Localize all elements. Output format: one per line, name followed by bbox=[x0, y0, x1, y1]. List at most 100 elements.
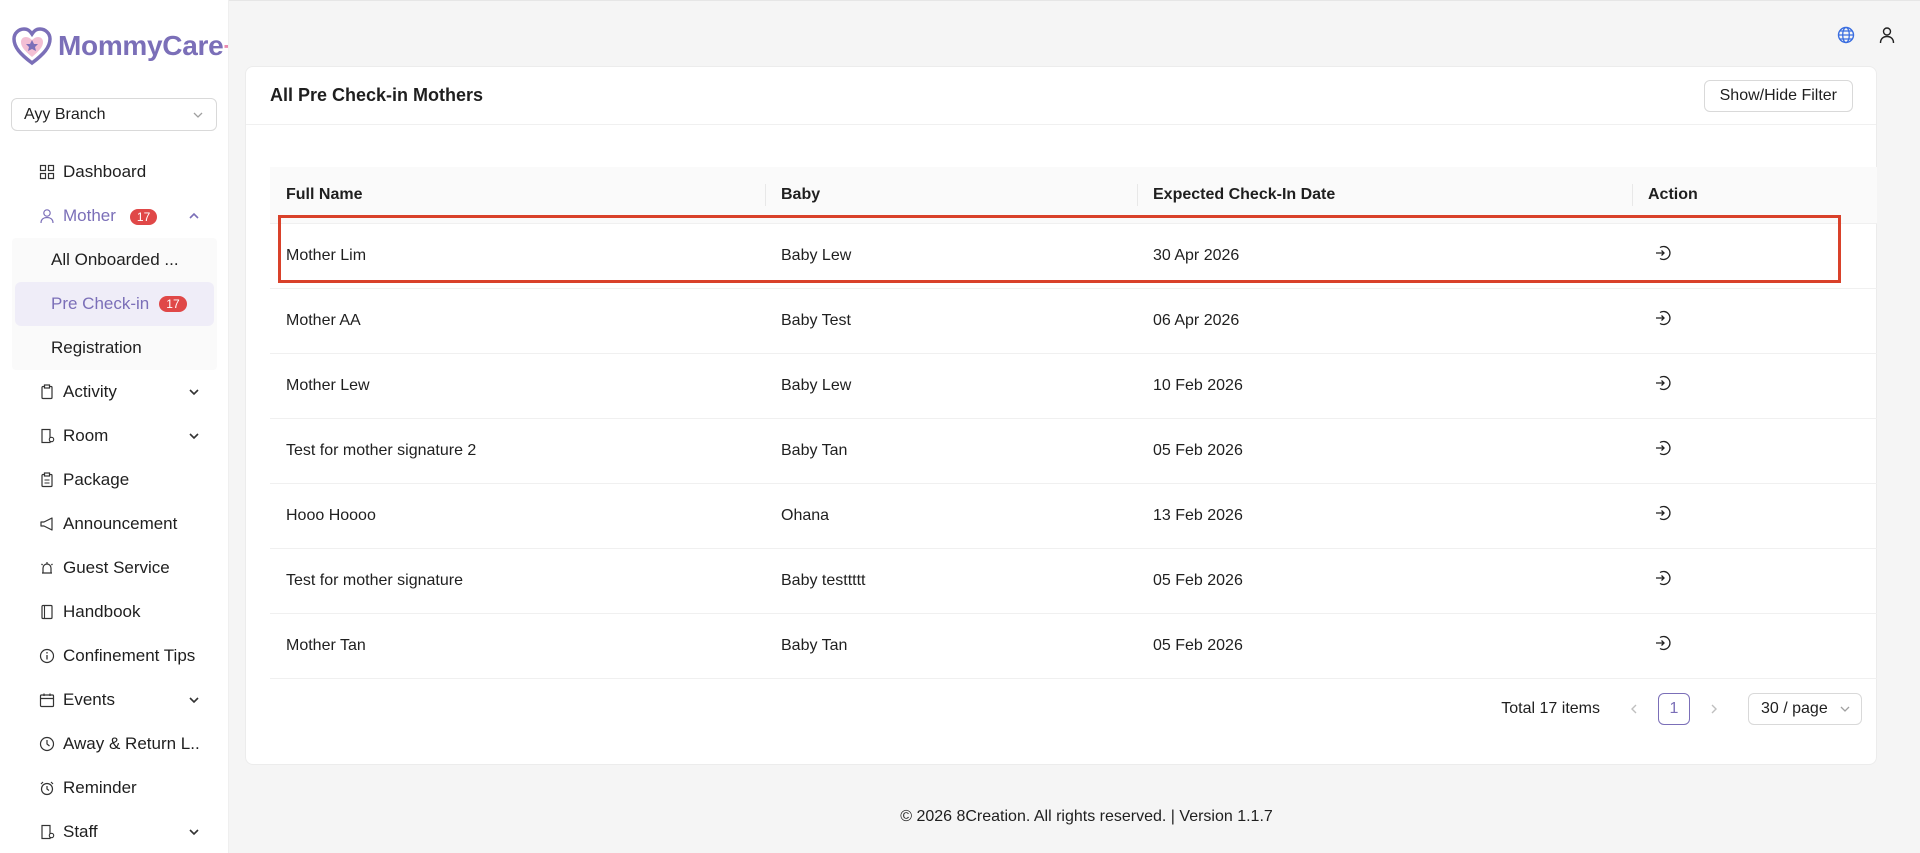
sidebar-item-room[interactable]: Room bbox=[0, 414, 228, 458]
footer-text: © 2026 8Creation. All rights reserved. |… bbox=[900, 808, 1273, 825]
chevron-down-icon bbox=[187, 429, 201, 443]
cell-baby: Baby Tan bbox=[765, 613, 1137, 679]
globe-icon[interactable] bbox=[1836, 25, 1856, 45]
table-row[interactable]: Test for mother signature Baby testtttt … bbox=[270, 548, 1877, 614]
table-header-row: Full Name Baby Expected Check-In Date Ac… bbox=[270, 167, 1877, 224]
chevron-down-icon bbox=[187, 825, 201, 839]
mother-submenu: All Onboarded ... Pre Check-in 17 Regist… bbox=[12, 238, 217, 370]
table-row[interactable]: Mother Lim Baby Lew 30 Apr 2026 bbox=[270, 223, 1877, 289]
column-header-expected-date[interactable]: Expected Check-In Date bbox=[1137, 167, 1632, 224]
sidebar-item-label: Mother 17 bbox=[63, 206, 187, 226]
table-row[interactable]: Test for mother signature 2 Baby Tan 05 … bbox=[270, 418, 1877, 484]
cell-expected-date: 30 Apr 2026 bbox=[1137, 223, 1632, 289]
megaphone-icon bbox=[39, 516, 55, 532]
table-row[interactable]: Hooo Hoooo Ohana 13 Feb 2026 bbox=[270, 483, 1877, 549]
sidebar-item-label: Room bbox=[63, 426, 109, 445]
card-header: All Pre Check-in Mothers Show/Hide Filte… bbox=[246, 67, 1876, 125]
sidebar-item-confinement-tips[interactable]: Confinement Tips bbox=[0, 634, 228, 678]
main-content: All Pre Check-in Mothers Show/Hide Filte… bbox=[229, 0, 1920, 853]
cell-action bbox=[1632, 548, 1877, 614]
prev-page-icon[interactable] bbox=[1618, 693, 1650, 725]
page-size-select[interactable]: 30 / page bbox=[1748, 693, 1862, 725]
sidebar-item-package[interactable]: Package bbox=[0, 458, 228, 502]
logo[interactable]: MommyCare+ bbox=[10, 24, 228, 68]
table-row[interactable]: Mother Lew Baby Lew 10 Feb 2026 bbox=[270, 353, 1877, 419]
check-in-icon[interactable] bbox=[1654, 569, 1672, 587]
dashboard-icon bbox=[39, 164, 55, 180]
package-icon bbox=[39, 472, 55, 488]
sidebar-item-dashboard[interactable]: Dashboard bbox=[0, 150, 228, 194]
cell-full-name: Mother Lew bbox=[270, 353, 765, 419]
page-number-button[interactable]: 1 bbox=[1658, 693, 1690, 725]
sidebar-item-handbook[interactable]: Handbook bbox=[0, 590, 228, 634]
next-page-icon[interactable] bbox=[1698, 693, 1730, 725]
sidebar-item-label: Events bbox=[63, 690, 115, 709]
sidebar-item-label: Reminder bbox=[63, 778, 137, 797]
cell-full-name: Hooo Hoooo bbox=[270, 483, 765, 549]
sidebar-item-label: Package bbox=[63, 470, 130, 489]
sidebar-item-reminder[interactable]: Reminder bbox=[0, 766, 228, 810]
room-icon bbox=[39, 428, 55, 444]
check-in-icon[interactable] bbox=[1654, 504, 1672, 522]
branch-select[interactable]: Ayy Branch bbox=[11, 98, 217, 131]
sidebar-item-label: Staff bbox=[63, 822, 98, 841]
sidebar-item-mother[interactable]: Mother 17 bbox=[0, 194, 228, 238]
user-icon[interactable] bbox=[1877, 25, 1897, 45]
mother-count-badge: 17 bbox=[129, 208, 158, 225]
table-row[interactable]: Mother AA Baby Test 06 Apr 2026 bbox=[270, 288, 1877, 354]
user-icon bbox=[39, 208, 55, 224]
chevron-down-icon bbox=[1839, 703, 1851, 715]
check-in-icon[interactable] bbox=[1654, 309, 1672, 327]
sidebar-item-pre-check-in[interactable]: Pre Check-in 17 bbox=[15, 282, 214, 326]
sidebar-item-guest-service[interactable]: Guest Service bbox=[0, 546, 228, 590]
cell-baby: Baby Test bbox=[765, 288, 1137, 354]
heart-logo-icon bbox=[12, 27, 52, 66]
table-row[interactable]: Mother Tan Baby Tan 05 Feb 2026 bbox=[270, 613, 1877, 679]
mothers-table: Full Name Baby Expected Check-In Date Ac… bbox=[270, 167, 1877, 679]
cell-full-name: Test for mother signature 2 bbox=[270, 418, 765, 484]
sidebar-menu: Dashboard Mother 17 All Onboarded ... Pre… bbox=[0, 150, 228, 853]
check-in-icon[interactable] bbox=[1654, 634, 1672, 652]
chevron-down-icon bbox=[187, 693, 201, 707]
staff-icon bbox=[39, 824, 55, 840]
check-in-icon[interactable] bbox=[1654, 439, 1672, 457]
check-in-icon[interactable] bbox=[1654, 374, 1672, 392]
sidebar-item-all-onboarded[interactable]: All Onboarded ... bbox=[0, 238, 217, 282]
cell-action bbox=[1632, 353, 1877, 419]
sidebar-item-label: Dashboard bbox=[63, 162, 147, 181]
app-root: MommyCare+ Ayy Branch Dashboard Mother17 bbox=[0, 0, 1920, 853]
chevron-up-icon bbox=[187, 209, 201, 223]
sidebar: MommyCare+ Ayy Branch Dashboard Mother17 bbox=[0, 0, 229, 853]
book-icon bbox=[39, 604, 55, 620]
bell-icon bbox=[39, 560, 55, 576]
sidebar-item-label: Away & Return L... bbox=[63, 734, 201, 753]
pre-check-in-card: All Pre Check-in Mothers Show/Hide Filte… bbox=[245, 66, 1877, 765]
pre-check-in-count-badge: 17 bbox=[159, 296, 187, 312]
sidebar-item-staff[interactable]: Staff bbox=[0, 810, 228, 853]
check-in-icon[interactable] bbox=[1654, 244, 1672, 262]
cell-expected-date: 05 Feb 2026 bbox=[1137, 548, 1632, 614]
cell-expected-date: 10 Feb 2026 bbox=[1137, 353, 1632, 419]
calendar-icon bbox=[39, 692, 55, 708]
sidebar-item-announcement[interactable]: Announcement bbox=[0, 502, 228, 546]
show-hide-filter-button[interactable]: Show/Hide Filter bbox=[1703, 79, 1853, 112]
cell-baby: Baby Lew bbox=[765, 223, 1137, 289]
cell-action bbox=[1632, 223, 1877, 289]
cell-expected-date: 06 Apr 2026 bbox=[1137, 288, 1632, 354]
column-header-full-name[interactable]: Full Name bbox=[270, 167, 765, 224]
column-header-baby[interactable]: Baby bbox=[765, 167, 1137, 224]
sidebar-item-label: Activity bbox=[63, 382, 117, 401]
cell-baby: Baby Tan bbox=[765, 418, 1137, 484]
sidebar-item-label: Pre Check-in bbox=[51, 294, 150, 313]
branch-select-value: Ayy Branch bbox=[24, 105, 106, 123]
sidebar-item-registration[interactable]: Registration bbox=[0, 326, 217, 370]
chevron-down-icon bbox=[192, 109, 204, 121]
sidebar-item-away-return[interactable]: Away & Return L... bbox=[0, 722, 228, 766]
page-title: All Pre Check-in Mothers bbox=[270, 85, 484, 105]
sidebar-item-activity[interactable]: Activity bbox=[0, 370, 228, 414]
page-size-value: 30 / page bbox=[1761, 700, 1828, 717]
pagination: Total 17 items 1 30 / page bbox=[1501, 693, 1862, 725]
cell-full-name: Mother Tan bbox=[270, 613, 765, 679]
top-bar bbox=[229, 0, 1920, 66]
sidebar-item-events[interactable]: Events bbox=[0, 678, 228, 722]
